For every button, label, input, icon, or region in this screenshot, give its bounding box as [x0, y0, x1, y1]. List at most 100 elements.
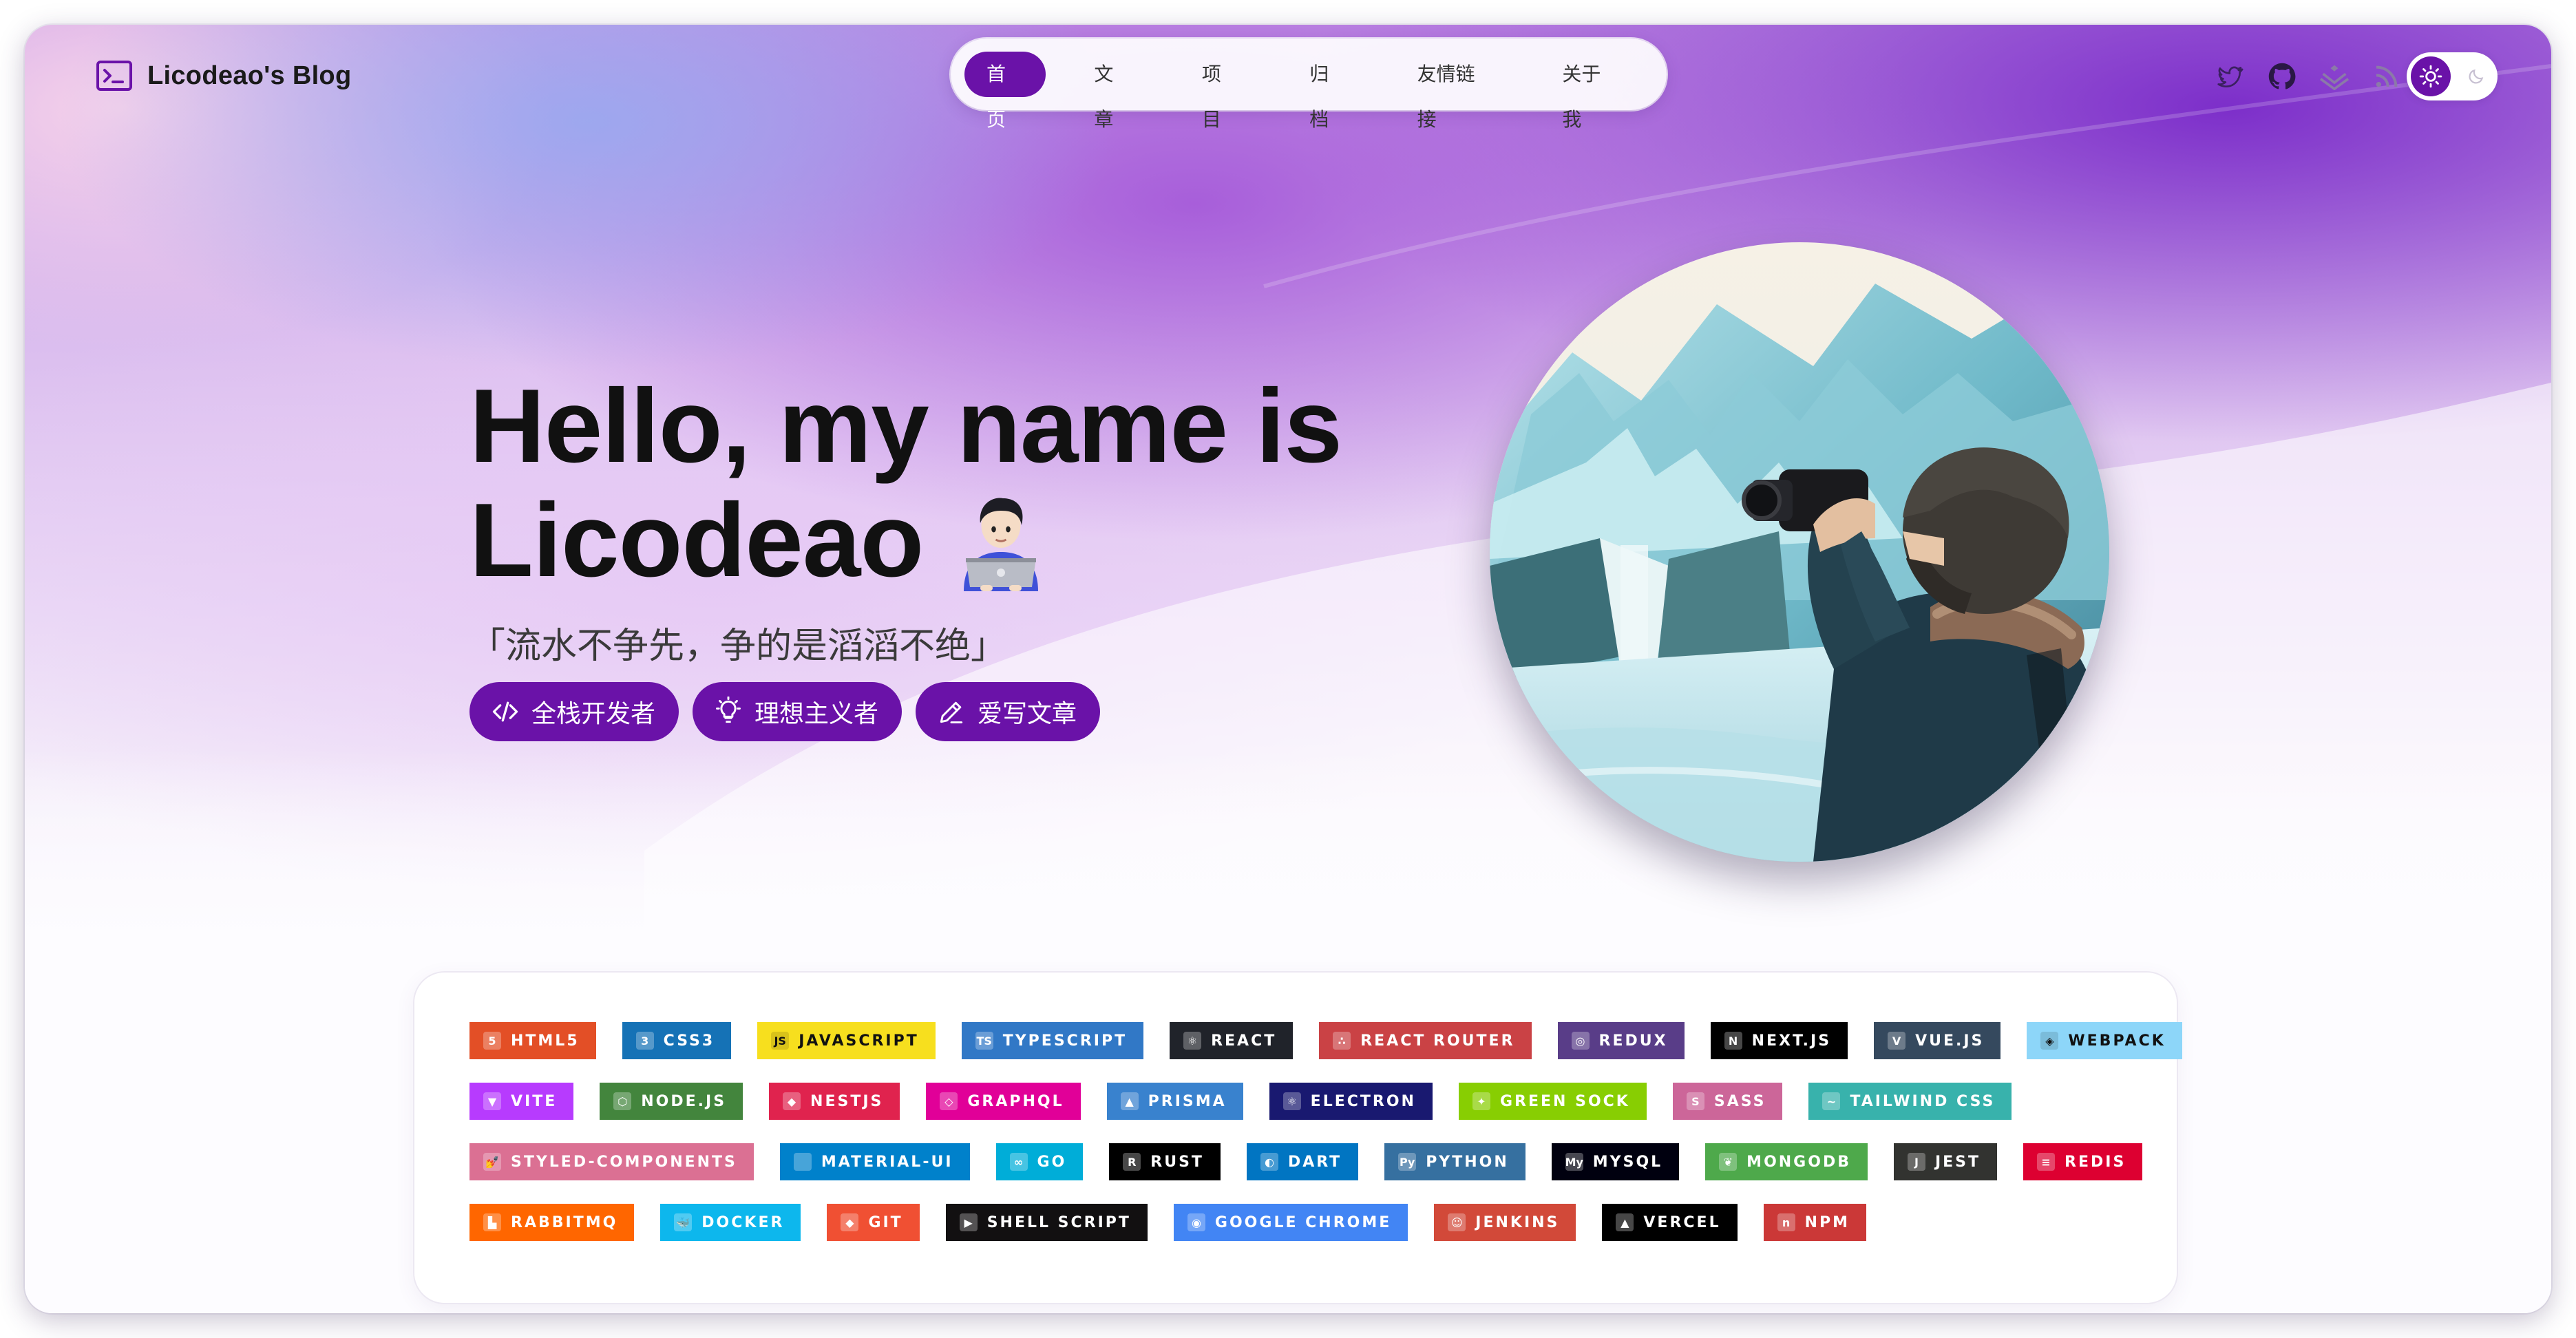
skill-badge-graphql: ◇ GRAPHQL: [926, 1083, 1081, 1120]
skill-logo-icon: ≡: [2037, 1153, 2056, 1171]
skill-logo-icon: n: [1777, 1213, 1795, 1231]
skill-label: MONGODB: [1746, 1153, 1851, 1171]
skill-label: STYLED-COMPONENTS: [511, 1153, 737, 1171]
skill-badge-rabbitmq: ▙ RABBITMQ: [469, 1204, 635, 1241]
skill-logo-icon: [793, 1153, 812, 1171]
skill-badge-green-sock: ✦ GREEN SOCK: [1458, 1083, 1647, 1120]
tag-idealist[interactable]: 理想主义者: [693, 682, 902, 741]
tag-label: 全栈开发者: [531, 700, 656, 728]
skill-badge-react-router: ∴ REACT ROUTER: [1319, 1022, 1532, 1059]
skills-row: ▙ RABBITMQ 🐳 DOCKER ◆ GIT ▶ SHELL SCRIPT ◉ GOOGLE…: [469, 1204, 2177, 1241]
skill-logo-icon: ◆: [783, 1092, 801, 1110]
skill-label: REDIS: [2065, 1153, 2126, 1171]
skill-badge-javascript: JS JAVASCRIPT: [757, 1022, 936, 1059]
skill-badge-sass: S SASS: [1672, 1083, 1783, 1120]
moon-icon: [2469, 69, 2484, 84]
skill-badge-go: ∞ GO: [995, 1143, 1084, 1180]
skill-badge-docker: 🐳 DOCKER: [660, 1204, 801, 1241]
skill-label: GO: [1037, 1153, 1067, 1171]
skill-badge-google-chrome: ◉ GOOGLE CHROME: [1173, 1204, 1408, 1241]
skills-card: 5 HTML5 3 CSS3 JS JAVASCRIPT TS TYPESCRIPT ⚛ REAC…: [414, 973, 2182, 1303]
skill-label: REDUX: [1598, 1032, 1668, 1050]
skill-logo-icon: My: [1565, 1153, 1583, 1171]
skill-label: RABBITMQ: [511, 1213, 618, 1231]
site-brand[interactable]: Licodeao's Blog: [96, 61, 351, 91]
skill-label: GOOGLE CHROME: [1214, 1213, 1392, 1231]
skill-label: SASS: [1713, 1092, 1766, 1110]
skill-logo-icon: V: [1888, 1032, 1906, 1050]
avatar-illustration: [1490, 242, 2109, 862]
skill-badge-vite: ▼ VITE: [469, 1083, 574, 1120]
skill-badge-html5: 5 HTML5: [469, 1022, 596, 1059]
nav-item-projects[interactable]: 项目: [1180, 52, 1261, 131]
skills-row: ▼ VITE ⬡ NODE.JS ◆ NESTJS ◇ GRAPHQL ▲ PRISMA ⚛ ELEC…: [469, 1083, 2177, 1120]
skill-logo-icon: ∴: [1333, 1032, 1351, 1050]
skill-label: JENKINS: [1475, 1213, 1560, 1231]
skill-logo-icon: ▼: [483, 1092, 501, 1110]
skill-logo-icon: ✦: [1472, 1092, 1490, 1110]
skill-badge-css3: 3 CSS3: [622, 1022, 732, 1059]
skill-logo-icon: R: [1123, 1153, 1141, 1171]
skill-logo-icon: ▶: [959, 1213, 978, 1231]
browser-viewport: Licodeao's Blog 首页 文章 项目 归档 友情链接 关于我 Hel…: [25, 25, 2551, 1313]
github-icon[interactable]: [2266, 61, 2298, 92]
skill-label: TAILWIND CSS: [1850, 1092, 1996, 1110]
skill-badge-nestjs: ◆ NESTJS: [769, 1083, 900, 1120]
skill-badge-vue-js: V VUE.JS: [1874, 1022, 2001, 1059]
theme-toggle[interactable]: [2407, 52, 2498, 100]
tag-fullstack-developer[interactable]: 全栈开发者: [469, 682, 679, 741]
skill-badge-tailwind-css: ~ TAILWIND CSS: [1808, 1083, 2012, 1120]
skill-logo-icon: S: [1686, 1092, 1704, 1110]
skill-logo-icon: ▙: [483, 1213, 501, 1231]
skill-badge-redux: ◎ REDUX: [1557, 1022, 1685, 1059]
skill-label: VITE: [511, 1092, 558, 1110]
hero-motto: 「流水不争先，争的是滔滔不绝」: [469, 626, 1007, 667]
nav-item-friend-links[interactable]: 友情链接: [1395, 52, 1514, 131]
skill-badge-redis: ≡ REDIS: [2023, 1143, 2143, 1180]
skill-badge-prisma: ▲ PRISMA: [1106, 1083, 1243, 1120]
skill-logo-icon: JS: [771, 1032, 790, 1050]
skill-label: JAVASCRIPT: [799, 1032, 919, 1050]
skill-label: WEBPACK: [2068, 1032, 2166, 1050]
skill-label: TYPESCRIPT: [1002, 1032, 1128, 1050]
nav-item-home[interactable]: 首页: [964, 52, 1046, 131]
rss-icon[interactable]: [2371, 61, 2403, 92]
skill-logo-icon: 5: [483, 1032, 501, 1050]
skill-label: DART: [1287, 1153, 1342, 1171]
skill-label: DOCKER: [701, 1213, 785, 1231]
skill-badge-styled-components: 💅 STYLED-COMPONENTS: [469, 1143, 754, 1180]
skill-badge-dart: ◐ DART: [1246, 1143, 1359, 1180]
skill-label: HTML5: [511, 1032, 580, 1050]
skill-logo-icon: N: [1724, 1032, 1742, 1050]
skill-label: ELECTRON: [1310, 1092, 1416, 1110]
juejin-icon[interactable]: [2319, 61, 2350, 92]
tag-writer[interactable]: 爱写文章: [916, 682, 1101, 741]
skill-label: GIT: [868, 1213, 903, 1231]
terminal-icon: [96, 61, 132, 91]
skill-badge-vercel: ▲ VERCEL: [1602, 1204, 1738, 1241]
nav-item-articles[interactable]: 文章: [1072, 52, 1153, 131]
skills-row: 💅 STYLED-COMPONENTS MATERIAL-UI ∞ GO R RUST ◐ DA…: [469, 1143, 2177, 1180]
nav-item-about[interactable]: 关于我: [1540, 52, 1640, 131]
skill-badge-jenkins: ☺ JENKINS: [1434, 1204, 1576, 1241]
skill-label: REACT ROUTER: [1360, 1032, 1515, 1050]
skill-logo-icon: ◉: [1187, 1213, 1205, 1231]
skill-logo-icon: ◎: [1571, 1032, 1590, 1050]
skill-label: NPM: [1804, 1213, 1850, 1231]
skill-badge-git: ◆ GIT: [827, 1204, 920, 1241]
code-icon: [492, 701, 518, 722]
skill-badge-rust: R RUST: [1109, 1143, 1221, 1180]
skill-badge-react: ⚛ REACT: [1170, 1022, 1294, 1059]
skill-logo-icon: Py: [1398, 1153, 1417, 1171]
pencil-icon: [940, 701, 963, 724]
skill-label: REACT: [1211, 1032, 1277, 1050]
hero-tags: 全栈开发者 理想主义者 爱写文章: [469, 682, 1101, 741]
skill-label: VERCEL: [1643, 1213, 1721, 1231]
skill-logo-icon: ❦: [1719, 1153, 1738, 1171]
skill-label: NEXT.JS: [1751, 1032, 1832, 1050]
nav-item-archive[interactable]: 归档: [1287, 52, 1369, 131]
skill-logo-icon: J: [1907, 1153, 1925, 1171]
skill-badge-npm: n NPM: [1763, 1204, 1867, 1241]
profile-avatar: [1490, 242, 2109, 862]
twitter-icon[interactable]: [2214, 61, 2246, 92]
